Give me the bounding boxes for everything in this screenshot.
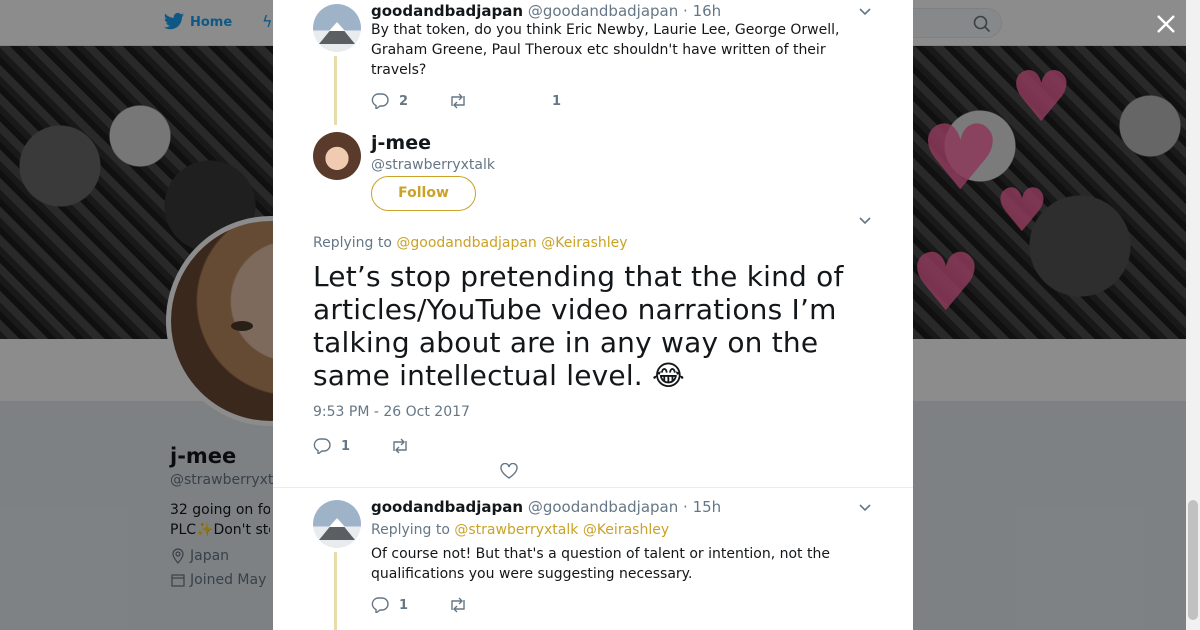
- replying-prefix: Replying to: [313, 235, 392, 251]
- tweet-time[interactable]: · 15h: [683, 498, 721, 516]
- tweet-header: goodandbadjapan @goodandbadjapan · 16h: [371, 2, 721, 20]
- tweet-actions: 1: [371, 597, 508, 613]
- chevron-down-icon[interactable]: [858, 215, 872, 225]
- reply-button[interactable]: 1: [371, 597, 408, 613]
- mention-link[interactable]: @goodandbadjapan: [396, 235, 536, 251]
- reply-tweet[interactable]: goodandbadjapan @goodandbadjapan · 15h R…: [273, 488, 913, 630]
- author-name[interactable]: goodandbadjapan: [371, 2, 523, 20]
- replying-to: Replying to @strawberryxtalk @Keirashley: [371, 522, 669, 538]
- heart-icon[interactable]: [500, 463, 518, 479]
- tweet-actions: 2 1: [371, 93, 601, 109]
- mention-link[interactable]: @Keirashley: [583, 522, 669, 538]
- close-icon[interactable]: [1154, 12, 1178, 36]
- tweet-text: Of course not! But that's a question of …: [371, 546, 830, 582]
- thread-connector: [334, 56, 337, 125]
- tweet-header: goodandbadjapan @goodandbadjapan · 15h: [371, 498, 721, 516]
- like-count: 1: [552, 93, 562, 109]
- thread-connector: [334, 552, 337, 630]
- author-handle[interactable]: @goodandbadjapan: [528, 2, 678, 20]
- ancestor-tweet[interactable]: goodandbadjapan @goodandbadjapan · 16h B…: [273, 0, 913, 125]
- retweet-icon: [451, 93, 465, 109]
- reply-icon: [371, 597, 389, 613]
- mention-link[interactable]: @strawberryxtalk: [454, 522, 578, 538]
- reply-icon: [313, 438, 331, 454]
- tweet-actions: 1: [313, 438, 450, 454]
- replying-prefix: Replying to: [371, 522, 450, 538]
- avatar[interactable]: [313, 500, 361, 548]
- reply-count: 2: [399, 93, 409, 109]
- author-name[interactable]: j-mee: [371, 132, 431, 154]
- tweet-text: Let’s stop pretending that the kind of a…: [313, 260, 844, 392]
- reply-count: 1: [341, 438, 351, 454]
- replying-to: Replying to @goodandbadjapan @Keirashley: [313, 235, 628, 251]
- tweet-timestamp[interactable]: 9:53 PM - 26 Oct 2017: [313, 404, 470, 420]
- retweet-icon: [451, 597, 465, 613]
- reply-button[interactable]: 1: [313, 438, 350, 454]
- author-name[interactable]: goodandbadjapan: [371, 498, 523, 516]
- page-scrollbar[interactable]: [1186, 0, 1200, 630]
- reply-icon: [371, 93, 389, 109]
- chevron-down-icon[interactable]: [858, 6, 872, 16]
- avatar[interactable]: [313, 132, 361, 180]
- author-handle[interactable]: @strawberryxtalk: [371, 157, 495, 173]
- reply-button[interactable]: 2: [371, 93, 408, 109]
- tweet-permalink-modal: goodandbadjapan @goodandbadjapan · 16h B…: [273, 0, 913, 630]
- follow-button[interactable]: Follow: [371, 176, 476, 211]
- chevron-down-icon[interactable]: [858, 502, 872, 512]
- retweet-button[interactable]: [448, 597, 468, 613]
- mention-link[interactable]: @Keirashley: [541, 235, 627, 251]
- retweet-button[interactable]: [390, 438, 410, 454]
- scrollbar-thumb[interactable]: [1188, 500, 1198, 620]
- retweet-icon: [393, 438, 407, 454]
- author-handle[interactable]: @goodandbadjapan: [528, 498, 678, 516]
- tweet-time[interactable]: · 16h: [683, 2, 721, 20]
- reply-count: 1: [399, 597, 409, 613]
- like-button[interactable]: 1: [552, 94, 561, 109]
- tweet-text: By that token, do you think Eric Newby, …: [371, 22, 840, 78]
- retweet-button[interactable]: [448, 93, 468, 109]
- avatar[interactable]: [313, 4, 361, 52]
